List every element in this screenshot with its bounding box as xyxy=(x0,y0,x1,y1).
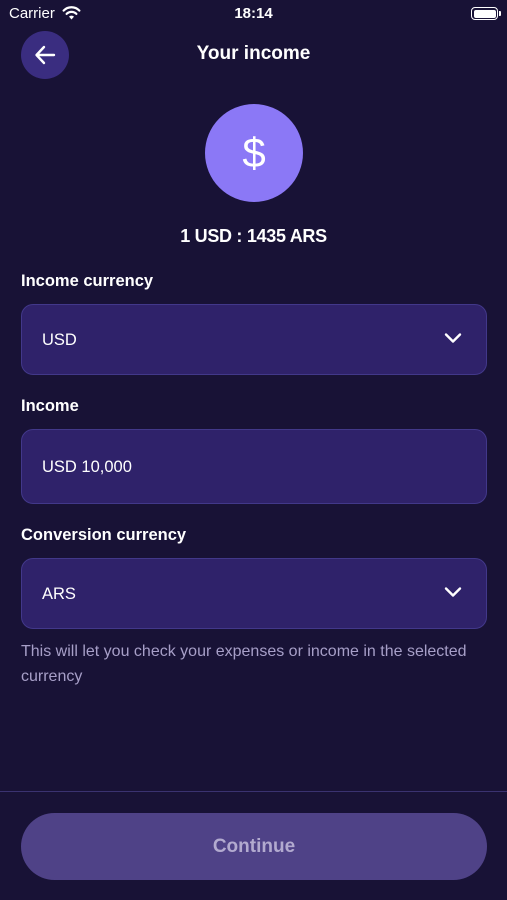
conversion-hint: This will let you check your expenses or… xyxy=(21,643,467,685)
battery-icon xyxy=(471,7,498,20)
footer-divider xyxy=(0,791,507,792)
page-title: Your income xyxy=(196,43,311,64)
conversion-currency-label: Conversion currency xyxy=(21,526,187,544)
status-bar: Carrier 18:14 xyxy=(0,0,507,28)
income-currency-value: USD xyxy=(42,331,77,349)
income-currency-select[interactable]: USD xyxy=(21,304,487,375)
chevron-down-icon xyxy=(444,587,462,597)
continue-button[interactable]: Continue xyxy=(21,813,487,880)
income-label: Income xyxy=(21,397,79,415)
exchange-rate: 1 USD : 1435 ARS xyxy=(180,226,327,246)
continue-label: Continue xyxy=(212,835,296,857)
status-time: 18:14 xyxy=(234,5,273,22)
currency-badge: $ xyxy=(205,104,303,202)
conversion-currency-select[interactable]: ARS xyxy=(21,558,487,629)
income-value: USD 10,000 xyxy=(42,458,132,476)
income-input[interactable]: USD 10,000 xyxy=(21,429,487,504)
income-screen: Carrier 18:14 Your income $ 1 USD : 1435… xyxy=(0,0,507,900)
income-currency-label: Income currency xyxy=(21,272,154,290)
dollar-icon: $ xyxy=(242,129,266,176)
conversion-currency-value: ARS xyxy=(42,585,76,603)
battery-tip xyxy=(499,11,501,16)
chevron-down-icon xyxy=(444,333,462,343)
